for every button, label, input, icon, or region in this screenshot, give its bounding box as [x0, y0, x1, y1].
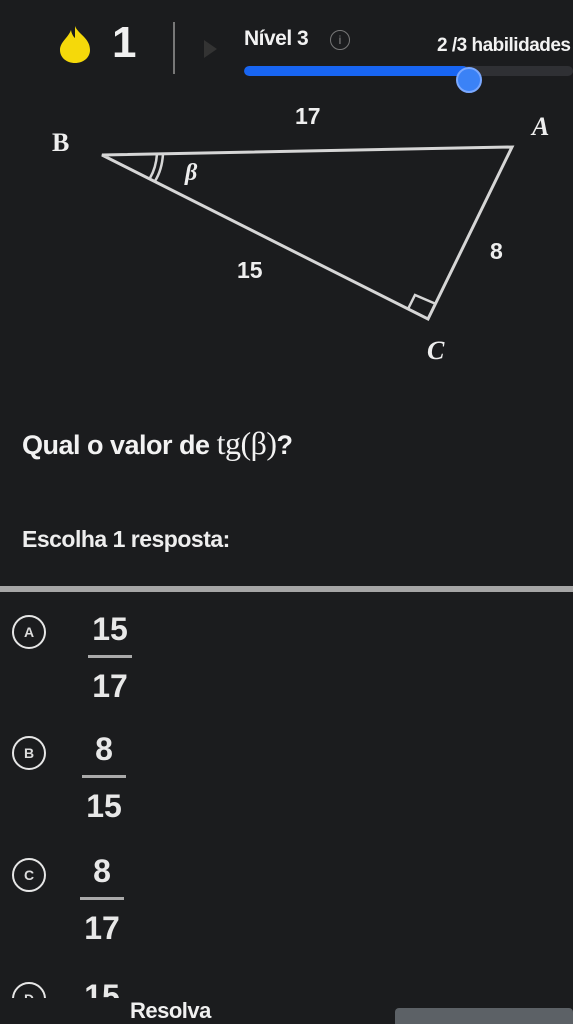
answer-instruction: Escolha 1 resposta: [22, 526, 230, 552]
angle-beta-label: β [185, 160, 198, 186]
fraction-bar [88, 655, 132, 658]
fraction-denominator: 15 [86, 788, 122, 824]
vertex-c-label: C [427, 336, 445, 365]
choice-a[interactable]: A 15 17 [0, 605, 573, 715]
section-divider [0, 586, 573, 592]
footer-bar: Resolva [0, 980, 573, 1024]
question-prefix: Qual o valor de [22, 430, 217, 460]
check-button[interactable] [395, 1008, 573, 1024]
side-ab-label: 17 [295, 103, 321, 129]
right-angle-marker [406, 293, 437, 310]
choice-letter-b: B [12, 736, 46, 770]
side-bc-label: 15 [237, 257, 263, 283]
question-math: tg(β) [216, 425, 277, 461]
top-bar: 1 Nível 3 i 2 /3 habilidades [0, 0, 573, 100]
fraction-denominator: 17 [84, 910, 120, 946]
choice-letter-c: C [12, 858, 46, 892]
triangle-diagram: B A C β 17 15 8 [0, 100, 573, 390]
level-progress-fill [244, 66, 468, 76]
choice-b-fraction: 8 15 [78, 731, 130, 824]
question-text: Qual o valor de tg(β)? [22, 425, 293, 462]
vertex-a-label: A [532, 112, 550, 141]
triangle-figure [101, 145, 515, 322]
info-icon[interactable]: i [330, 30, 350, 50]
side-ac-label: 8 [490, 238, 503, 264]
choice-letter-a: A [12, 615, 46, 649]
vertex-b-label: B [52, 128, 70, 157]
choice-c[interactable]: C 8 17 [0, 850, 573, 960]
fraction-bar [80, 897, 124, 900]
angle-arc-inner [148, 153, 159, 179]
header-divider [173, 22, 175, 74]
choice-c-fraction: 8 17 [76, 853, 128, 946]
progress-knob [455, 67, 482, 93]
streak-count: 1 [112, 18, 137, 67]
level-progress-bar [244, 66, 573, 76]
skills-progress-label: 2 /3 habilidades [437, 35, 571, 56]
streak-flame-icon [60, 26, 90, 63]
fraction-numerator: 15 [92, 611, 128, 647]
solve-button[interactable]: Resolva [130, 998, 211, 1024]
fraction-numerator: 8 [93, 853, 111, 889]
play-icon[interactable] [204, 40, 217, 58]
triangle-shape [101, 145, 515, 322]
choice-b[interactable]: B 8 15 [0, 728, 573, 838]
fraction-numerator: 8 [95, 731, 113, 767]
fraction-denominator: 17 [92, 668, 128, 704]
question-suffix: ? [276, 430, 294, 460]
choice-a-fraction: 15 17 [84, 611, 136, 704]
fraction-bar [82, 775, 126, 778]
level-label: Nível 3 [244, 27, 309, 50]
